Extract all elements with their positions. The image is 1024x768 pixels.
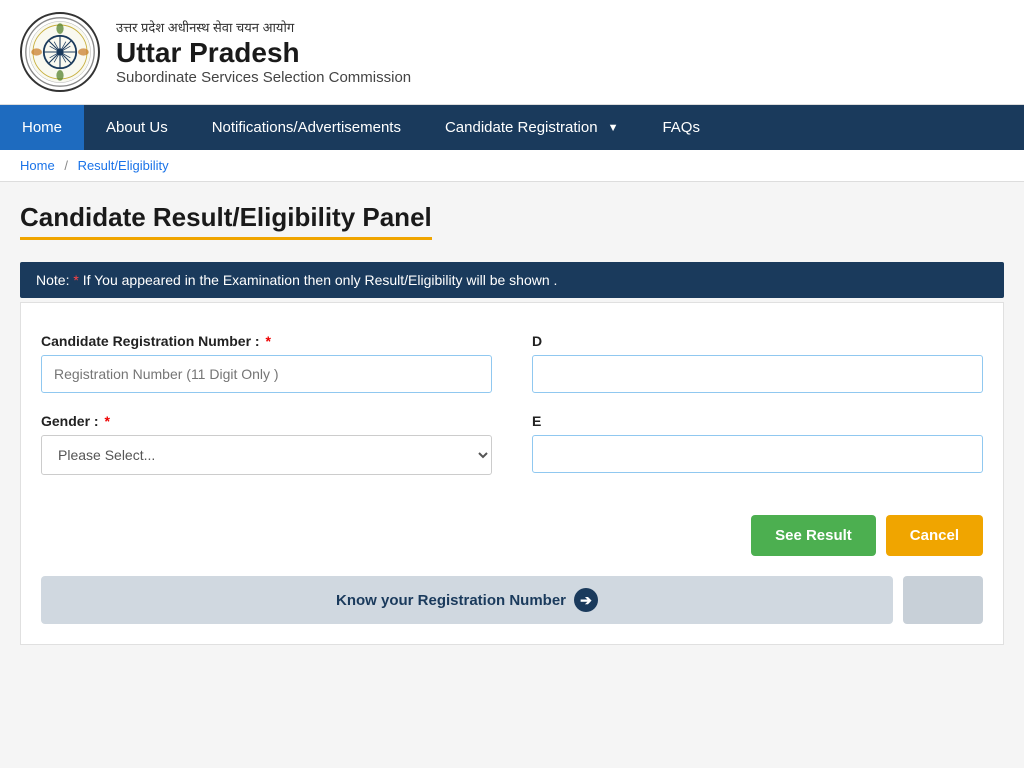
arrow-circle-icon: ➔ <box>574 588 598 612</box>
site-header: उत्तर प्रदेश अधीनस्थ सेवा चयन आयोग Uttar… <box>0 0 1024 105</box>
header-hindi: उत्तर प्रदेश अधीनस्थ सेवा चयन आयोग <box>116 18 411 36</box>
gender-group: Gender : * Please Select... Male Female … <box>41 413 492 475</box>
reg-required: * <box>265 333 270 349</box>
reg-number-input[interactable] <box>41 355 492 393</box>
note-bar: Note: * If You appeared in the Examinati… <box>20 262 1004 298</box>
logo <box>20 12 100 92</box>
form-section: Candidate Registration Number : * D Gend… <box>20 302 1004 645</box>
reg-number-group: Candidate Registration Number : * <box>41 333 492 393</box>
know-reg-button[interactable]: Know your Registration Number ➔ <box>41 576 893 624</box>
dropdown-arrow-icon: ▼ <box>608 122 619 134</box>
know-reg-label: Know your Registration Number <box>336 592 566 609</box>
e-label: E <box>532 413 983 429</box>
e-input[interactable] <box>532 435 983 473</box>
dob-group: D <box>532 333 983 393</box>
page-title: Candidate Result/Eligibility Panel <box>20 202 432 240</box>
gender-select[interactable]: Please Select... Male Female Other <box>41 435 492 475</box>
e-group: E <box>532 413 983 475</box>
breadcrumb-current: Result/Eligibility <box>78 158 169 173</box>
buttons-row: See Result Cancel <box>21 505 1003 566</box>
dob-input[interactable] <box>532 355 983 393</box>
nav-item-candidate-reg[interactable]: Candidate Registration ▼ <box>423 105 640 150</box>
header-text-block: उत्तर प्रदेश अधीनस्थ सेवा चयन आयोग Uttar… <box>116 18 411 86</box>
cancel-button[interactable]: Cancel <box>886 515 983 556</box>
header-subtitle: Subordinate Services Selection Commissio… <box>116 69 411 86</box>
breadcrumb-home-link[interactable]: Home <box>20 158 55 173</box>
gender-required: * <box>104 413 109 429</box>
dob-label: D <box>532 333 983 349</box>
nav-item-faqs[interactable]: FAQs <box>640 105 722 150</box>
note-text: Note: * If You appeared in the Examinati… <box>36 272 557 288</box>
note-label: Note: <box>36 272 73 288</box>
nav-item-about[interactable]: About Us <box>84 105 190 150</box>
header-title: Uttar Pradesh <box>116 38 411 69</box>
reg-label: Candidate Registration Number : * <box>41 333 492 349</box>
main-content: Candidate Result/Eligibility Panel Note:… <box>0 182 1024 682</box>
see-result-button[interactable]: See Result <box>751 515 876 556</box>
blank-button[interactable] <box>903 576 983 624</box>
note-content: If You appeared in the Examination then … <box>79 272 558 288</box>
form-container: Candidate Registration Number : * D Gend… <box>21 303 1003 505</box>
gender-label: Gender : * <box>41 413 492 429</box>
breadcrumb-separator: / <box>64 158 68 173</box>
nav-item-notifications[interactable]: Notifications/Advertisements <box>190 105 423 150</box>
logo-emblem <box>24 16 96 88</box>
main-nav: Home About Us Notifications/Advertisemen… <box>0 105 1024 150</box>
nav-item-home[interactable]: Home <box>0 105 84 150</box>
breadcrumb: Home / Result/Eligibility <box>0 150 1024 182</box>
know-reg-row: Know your Registration Number ➔ <box>21 566 1003 644</box>
